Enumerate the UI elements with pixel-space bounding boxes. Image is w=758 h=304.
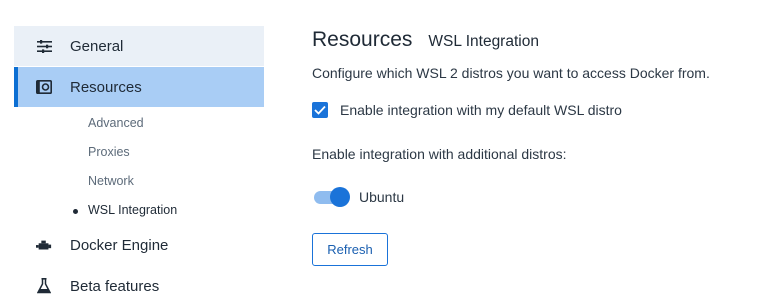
sidebar-item-general[interactable]: General [14,26,264,66]
default-distro-label: Enable integration with my default WSL d… [340,102,622,118]
main-panel: Resources WSL Integration Configure whic… [312,0,752,304]
sidebar-item-label: Resources [70,78,142,96]
sidebar-item-label: Docker Engine [70,236,169,254]
toggle-knob [330,187,350,207]
page-title: Resources [312,28,413,51]
selected-bullet-icon [73,209,78,214]
flask-icon [36,278,52,294]
distro-label: Ubuntu [359,189,405,205]
page-subtitle: WSL Integration [428,33,539,50]
sidebar-item-resources[interactable]: Resources [14,67,264,107]
distro-row: Ubuntu [312,187,404,207]
sidebar-item-label: General [70,37,124,55]
refresh-button[interactable]: Refresh [312,233,388,266]
checkmark-icon [314,105,326,115]
page-header: Resources WSL Integration [312,28,539,52]
sidebar-item-docker-engine[interactable]: Docker Engine [14,225,264,265]
engine-icon [36,237,52,253]
ubuntu-toggle[interactable] [312,187,350,207]
default-distro-option: Enable integration with my default WSL d… [312,102,622,118]
page-description: Configure which WSL 2 distros you want t… [312,65,710,81]
sidebar-subitem-advanced[interactable]: Advanced [88,116,144,130]
default-distro-checkbox[interactable] [312,102,328,118]
resources-icon [36,79,52,95]
sliders-icon [36,38,52,54]
sidebar-subitem-proxies[interactable]: Proxies [88,145,130,159]
sidebar-item-beta-features[interactable]: Beta features [14,266,264,304]
additional-distros-label: Enable integration with additional distr… [312,146,567,162]
sidebar: General Resources Advanced Proxies Netwo… [14,26,264,304]
sidebar-subitem-wsl-integration[interactable]: WSL Integration [88,203,177,217]
sidebar-item-label: Beta features [70,277,160,295]
sidebar-subitem-network[interactable]: Network [88,174,134,188]
